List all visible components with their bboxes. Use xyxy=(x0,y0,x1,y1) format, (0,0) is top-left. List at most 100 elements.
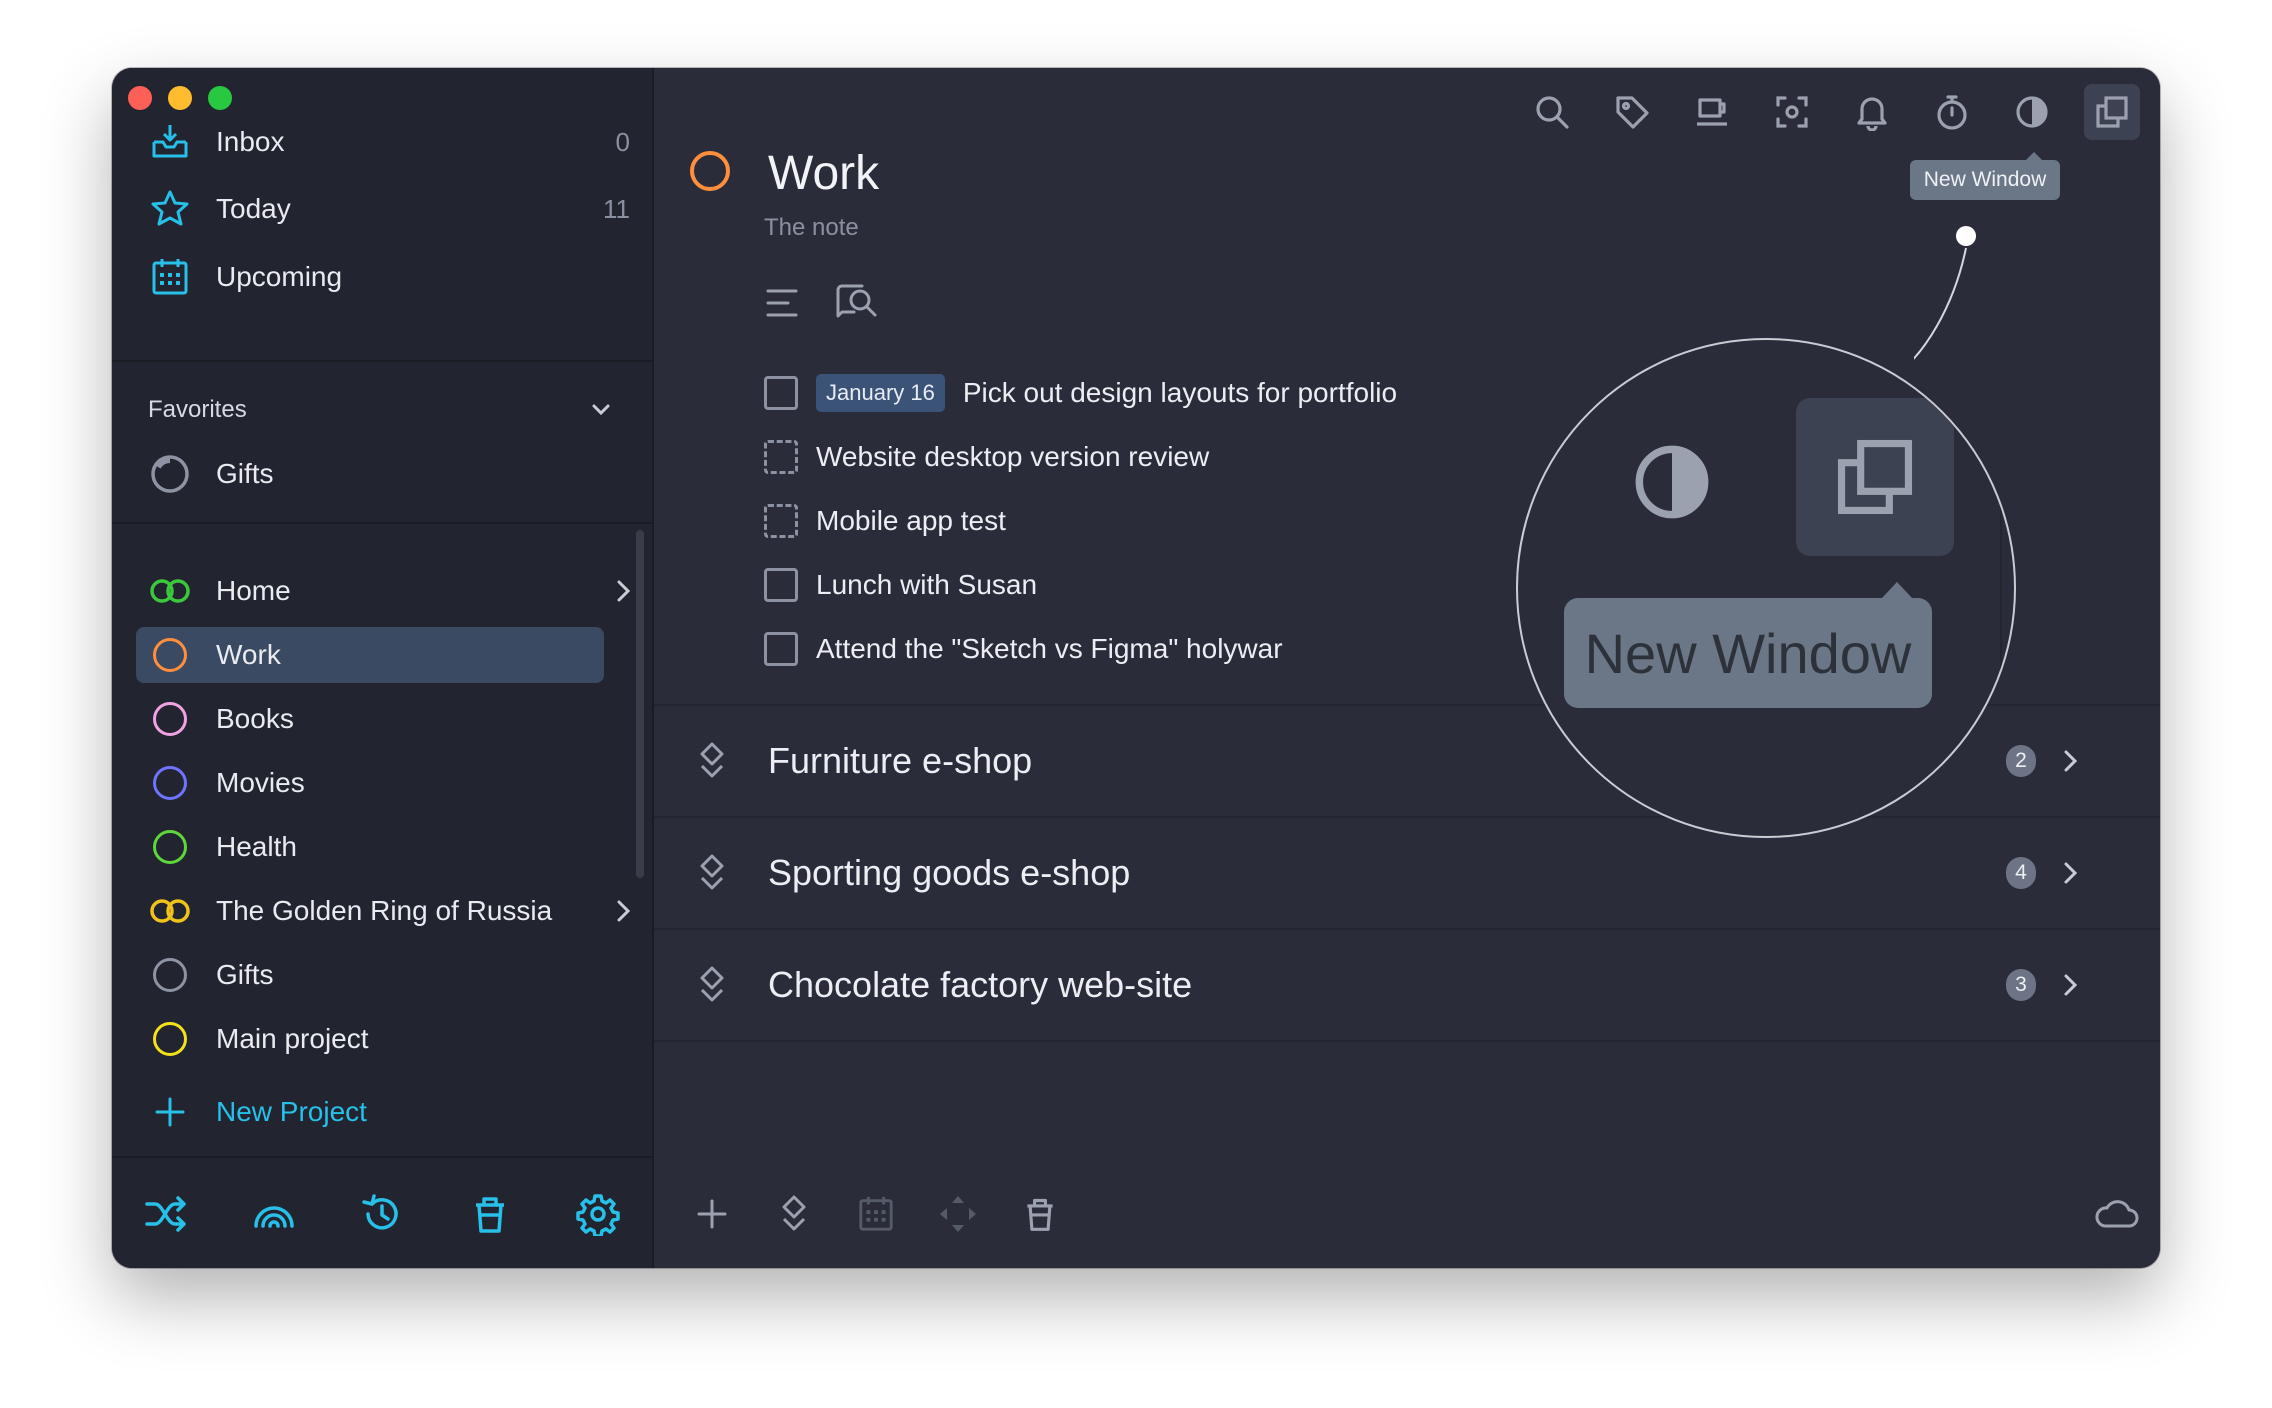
subproject-title: Furniture e-shop xyxy=(768,740,1033,781)
magnified-toolbar: New Window xyxy=(1518,340,2014,836)
task-checkbox[interactable] xyxy=(764,568,798,602)
subproject-icon xyxy=(692,853,732,893)
task-item[interactable]: Website desktop version review xyxy=(764,434,1209,480)
sidebar-item-label: Upcoming xyxy=(216,261,343,292)
subproject-icon[interactable] xyxy=(766,1186,822,1242)
magnified-new-window-button xyxy=(1796,398,1954,556)
sidebar-item-label: Main project xyxy=(216,1023,369,1054)
inbox-count: 0 xyxy=(615,126,630,157)
window-controls xyxy=(128,86,232,110)
task-title[interactable]: Pick out design layouts for portfolio xyxy=(963,377,1397,409)
page-title[interactable]: Work xyxy=(768,146,879,201)
sidebar-item-label: Health xyxy=(216,831,297,862)
minimize-window-button[interactable] xyxy=(168,86,192,110)
inbox-icon xyxy=(148,120,192,164)
subproject-count-badge: 3 xyxy=(2006,969,2036,1001)
project-group-icon xyxy=(148,569,192,613)
new-window-tooltip: New Window xyxy=(1910,152,2060,200)
sidebar-item-favorite-gifts[interactable]: Gifts xyxy=(136,446,692,502)
today-count: 11 xyxy=(603,193,630,224)
subproject-title: Sporting goods e-shop xyxy=(768,852,1131,893)
chevron-right-icon[interactable] xyxy=(2058,857,2082,889)
timer-icon[interactable] xyxy=(1924,84,1980,140)
chevron-down-icon[interactable] xyxy=(590,398,612,425)
sidebar-bottom-toolbar xyxy=(112,1158,652,1268)
subproject-row[interactable]: Chocolate factory web-site 3 xyxy=(654,930,2160,1040)
search-icon[interactable] xyxy=(1524,84,1580,140)
search-tasks-icon[interactable] xyxy=(834,282,878,327)
focus-icon[interactable] xyxy=(1764,84,1820,140)
sidebar-item-label: Work xyxy=(216,639,281,670)
contrast-icon[interactable] xyxy=(2004,84,2060,140)
sidebar-item-work[interactable]: Work xyxy=(136,627,604,683)
plus-icon xyxy=(148,1090,192,1134)
sidebar-item-label: Books xyxy=(216,703,294,734)
task-checkbox[interactable] xyxy=(764,504,798,538)
trash-icon[interactable] xyxy=(1012,1186,1068,1242)
project-ring-icon xyxy=(148,1017,192,1061)
row-divider xyxy=(654,1040,2160,1042)
magnified-edge xyxy=(2000,340,2002,670)
subproject-icon xyxy=(692,965,732,1005)
star-icon xyxy=(148,187,192,231)
task-title[interactable]: Website desktop version review xyxy=(816,441,1209,473)
zoom-window-button[interactable] xyxy=(208,86,232,110)
trash-icon[interactable] xyxy=(462,1186,518,1242)
chevron-right-icon[interactable] xyxy=(612,577,634,610)
project-note[interactable]: The note xyxy=(764,214,859,242)
close-window-button[interactable] xyxy=(128,86,152,110)
task-checkbox[interactable] xyxy=(764,632,798,666)
sidebar-divider xyxy=(112,522,652,524)
new-project-button[interactable]: New Project xyxy=(136,1084,692,1140)
task-item[interactable]: Lunch with Susan xyxy=(764,562,1037,608)
sidebar-item-home[interactable]: Home xyxy=(136,563,692,619)
subproject-icon xyxy=(692,741,732,781)
rainbow-icon[interactable] xyxy=(246,1186,302,1242)
subproject-count-badge: 4 xyxy=(2006,857,2036,889)
task-date-badge[interactable]: January 16 xyxy=(816,374,945,412)
move-icon[interactable] xyxy=(930,1186,986,1242)
sidebar-item-today[interactable]: Today 11 xyxy=(136,181,692,237)
chevron-right-icon[interactable] xyxy=(612,897,634,930)
shuffle-icon[interactable] xyxy=(138,1186,194,1242)
sidebar-divider xyxy=(112,360,652,362)
chevron-right-icon[interactable] xyxy=(2058,969,2082,1001)
tag-icon[interactable] xyxy=(1604,84,1660,140)
settings-icon[interactable] xyxy=(570,1186,626,1242)
sidebar-item-books[interactable]: Books xyxy=(136,691,692,747)
bell-icon[interactable] xyxy=(1844,84,1900,140)
calendar-icon[interactable] xyxy=(848,1186,904,1242)
chevron-right-icon[interactable] xyxy=(2058,745,2082,777)
coffee-icon[interactable] xyxy=(1684,84,1740,140)
pointer-dot xyxy=(1956,226,1976,246)
task-checkbox[interactable] xyxy=(764,440,798,474)
sidebar-scrollbar[interactable] xyxy=(636,530,644,878)
sidebar-item-label: Gifts xyxy=(216,458,274,489)
task-item[interactable]: Mobile app test xyxy=(764,498,1006,544)
task-title[interactable]: Mobile app test xyxy=(816,505,1006,537)
task-item[interactable]: January 16 Pick out design layouts for p… xyxy=(764,370,1397,416)
sidebar-item-golden-ring[interactable]: The Golden Ring of Russia xyxy=(136,883,692,939)
task-checkbox[interactable] xyxy=(764,376,798,410)
new-window-icon[interactable] xyxy=(2084,84,2140,140)
subproject-title: Chocolate factory web-site xyxy=(768,964,1193,1005)
cloud-icon[interactable] xyxy=(2088,1186,2144,1242)
task-title[interactable]: Lunch with Susan xyxy=(816,569,1037,601)
sidebar-item-health[interactable]: Health xyxy=(136,819,692,875)
calendar-icon xyxy=(148,255,192,299)
sidebar-item-main-project[interactable]: Main project xyxy=(136,1011,692,1067)
project-ring-icon xyxy=(148,633,192,677)
task-item[interactable]: Attend the "Sketch vs Figma" holywar xyxy=(764,626,1283,672)
list-view-icon[interactable] xyxy=(764,286,800,325)
sidebar-item-gifts[interactable]: Gifts xyxy=(136,947,692,1003)
task-title[interactable]: Attend the "Sketch vs Figma" holywar xyxy=(816,633,1283,665)
history-icon[interactable] xyxy=(354,1186,410,1242)
app-window: Inbox 0 Today 11 Upcoming Favorites Gift… xyxy=(112,68,2160,1268)
project-ring-icon xyxy=(148,697,192,741)
sidebar-item-inbox[interactable]: Inbox 0 xyxy=(136,114,692,170)
sidebar-item-movies[interactable]: Movies xyxy=(136,755,692,811)
sidebar-item-upcoming[interactable]: Upcoming xyxy=(136,249,692,305)
project-status-ring[interactable] xyxy=(690,151,730,191)
add-icon[interactable] xyxy=(684,1186,740,1242)
magnified-tooltip: New Window xyxy=(1564,582,1932,708)
